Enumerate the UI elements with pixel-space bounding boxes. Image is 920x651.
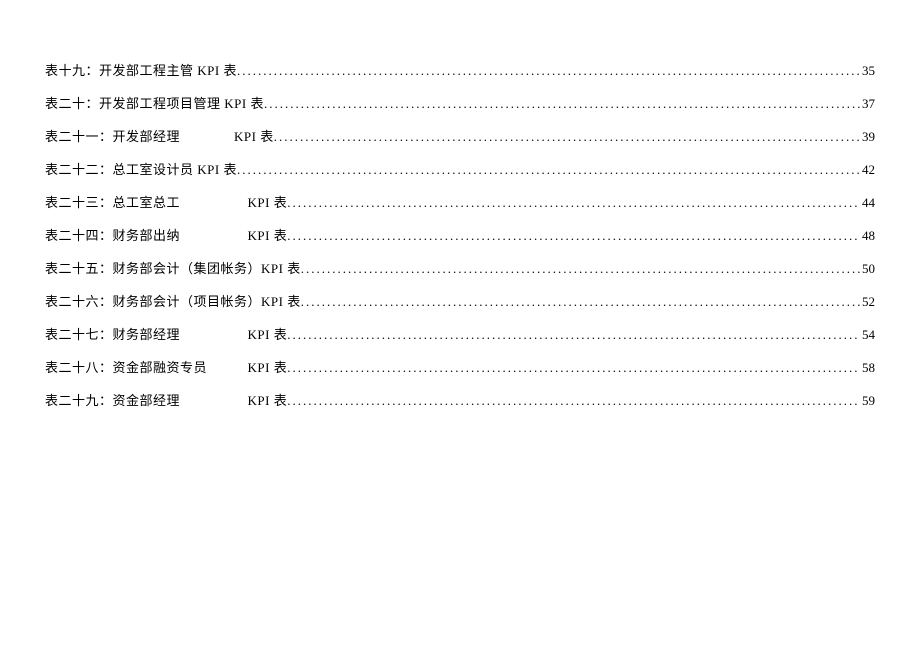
toc-leader-dots — [264, 96, 860, 112]
toc-label: 表二十三：总工室总工 KPI 表 — [45, 192, 287, 211]
toc-page-number: 52 — [860, 294, 875, 310]
toc-page-number: 48 — [860, 228, 875, 244]
toc-leader-dots — [274, 129, 860, 145]
toc-label: 表二十六：财务部会计（项目帐务）KPI 表 — [45, 291, 301, 310]
toc-leader-dots — [237, 162, 860, 178]
toc-leader-dots — [287, 327, 860, 343]
toc-entry: 表二十四：财务部出纳 KPI 表 48 — [45, 225, 875, 244]
toc-label: 表二十七：财务部经理 KPI 表 — [45, 324, 287, 343]
toc-page-number: 39 — [860, 129, 875, 145]
toc-entry: 表二十九：资金部经理 KPI 表 59 — [45, 390, 875, 409]
toc-entry: 表二十：开发部工程项目管理 KPI 表 37 — [45, 93, 875, 112]
toc-entry: 表十九：开发部工程主管 KPI 表 35 — [45, 60, 875, 79]
toc-page-number: 35 — [860, 63, 875, 79]
toc-leader-dots — [287, 228, 860, 244]
toc-leader-dots — [287, 195, 860, 211]
toc-label: 表二十二：总工室设计员 KPI 表 — [45, 159, 237, 178]
toc-leader-dots — [237, 63, 860, 79]
toc-label: 表二十一：开发部经理 KPI 表 — [45, 126, 274, 145]
toc-leader-dots — [287, 360, 860, 376]
toc-leader-dots — [301, 294, 860, 310]
table-of-contents: 表十九：开发部工程主管 KPI 表 35 表二十：开发部工程项目管理 KPI 表… — [45, 60, 875, 409]
toc-label: 表二十五：财务部会计（集团帐务）KPI 表 — [45, 258, 301, 277]
toc-entry: 表二十五：财务部会计（集团帐务）KPI 表 50 — [45, 258, 875, 277]
toc-label: 表二十：开发部工程项目管理 KPI 表 — [45, 93, 264, 112]
toc-page-number: 42 — [860, 162, 875, 178]
toc-page-number: 58 — [860, 360, 875, 376]
toc-entry: 表二十一：开发部经理 KPI 表 39 — [45, 126, 875, 145]
toc-label: 表二十九：资金部经理 KPI 表 — [45, 390, 287, 409]
toc-entry: 表二十六：财务部会计（项目帐务）KPI 表 52 — [45, 291, 875, 310]
toc-label: 表二十八：资金部融资专员 KPI 表 — [45, 357, 287, 376]
toc-label: 表二十四：财务部出纳 KPI 表 — [45, 225, 287, 244]
toc-entry: 表二十八：资金部融资专员 KPI 表 58 — [45, 357, 875, 376]
toc-entry: 表二十三：总工室总工 KPI 表 44 — [45, 192, 875, 211]
toc-entry: 表二十二：总工室设计员 KPI 表 42 — [45, 159, 875, 178]
toc-entry: 表二十七：财务部经理 KPI 表 54 — [45, 324, 875, 343]
toc-leader-dots — [287, 393, 860, 409]
toc-page-number: 37 — [860, 96, 875, 112]
toc-page-number: 54 — [860, 327, 875, 343]
toc-leader-dots — [301, 261, 860, 277]
toc-label: 表十九：开发部工程主管 KPI 表 — [45, 60, 237, 79]
toc-page-number: 44 — [860, 195, 875, 211]
toc-page-number: 59 — [860, 393, 875, 409]
toc-page-number: 50 — [860, 261, 875, 277]
